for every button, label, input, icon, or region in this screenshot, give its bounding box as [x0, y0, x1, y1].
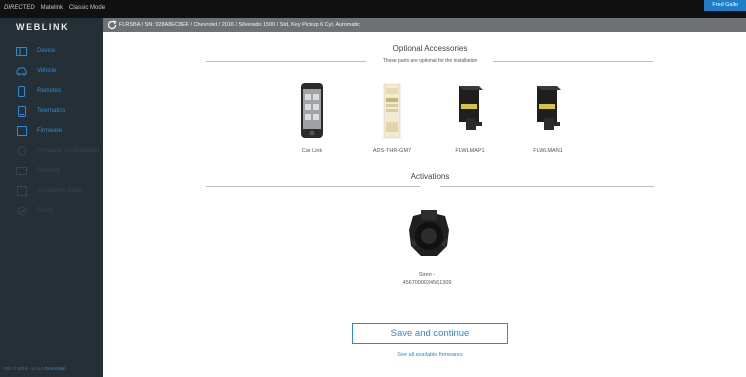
sidebar-nav: Device Vehicle Remotes Telematics Firmwa… [0, 41, 103, 221]
device-icon [16, 46, 27, 57]
optional-accessories-title: Optional Accessories [392, 44, 468, 53]
sidebar-item-label: Finish [37, 208, 54, 214]
see-all-firmwares-link[interactable]: See all available firmwares [352, 352, 508, 358]
top-bar: DIRECTED Matelink Classic Mode Fred Gall… [0, 0, 746, 18]
sidebar-item-label: Installation Guide [37, 188, 84, 194]
activations-title: Activations [410, 172, 450, 181]
siren-caption: Siren - 4567000034561309 [397, 271, 457, 287]
remote-icon [16, 85, 27, 97]
divider-left [206, 61, 366, 62]
sidebar-item-finish: Finish [0, 201, 103, 221]
product-name: FLWLMAP1 [455, 148, 485, 154]
sidebar-item-firmware[interactable]: Firmware [0, 121, 103, 141]
car-icon [16, 66, 27, 77]
breadcrumb: FLRSBA / SN: 928A8EC8EF / Chevrolet / 20… [119, 22, 360, 28]
sidebar-item-label: Remotes [37, 88, 62, 94]
ads-thr-gm7-image [383, 83, 401, 139]
sidebar-item-label: Firmware [37, 128, 62, 134]
directed-link[interactable]: DIRECTED [4, 5, 35, 11]
sidebar-item-remotes[interactable]: Remotes [0, 81, 103, 101]
siren-name: Siren - [418, 272, 436, 278]
divider-right [440, 186, 654, 187]
product-name: FLWLMAN1 [533, 148, 563, 154]
sidebar-item-flashing: Flashing [0, 161, 103, 181]
sidebar-item-vehicle[interactable]: Vehicle [0, 61, 103, 81]
flwlman1-image [537, 86, 561, 130]
siren-image[interactable] [403, 208, 455, 260]
telematics-icon [16, 105, 27, 117]
divider-left [206, 186, 420, 187]
siren-id: 4567000034561309 [402, 280, 452, 286]
sidebar-item-firmware-configuration: Firmware Configuration [0, 141, 103, 161]
sidebar-item-label: Telematics [37, 108, 66, 114]
sidebar-item-device[interactable]: Device [0, 41, 103, 61]
sidebar-item-label: Vehicle [37, 68, 57, 74]
optional-accessories-subtitle: These parts are optional for the install… [382, 58, 478, 64]
product-flwlman1[interactable]: FLWLMAN1 [518, 82, 578, 154]
save-and-continue-button[interactable]: Save and continue [352, 323, 508, 344]
refresh-icon[interactable] [107, 20, 117, 36]
product-ads-thr-gm7[interactable]: ADS-THR-GM7 [362, 82, 422, 154]
sidebar-footer: DEI © 2019 - v2.6.0 DirectWeb [4, 366, 66, 371]
top-links: DIRECTED Matelink Classic Mode [4, 5, 105, 11]
product-name: ADS-THR-GM7 [372, 148, 412, 154]
flash-icon [16, 166, 27, 177]
sidebar-item-installation-guide: Installation Guide [0, 181, 103, 201]
matelink-link[interactable]: Matelink [41, 5, 63, 11]
product-name: Car Link [301, 148, 323, 154]
sidebar-item-label: Device [37, 48, 56, 54]
copyright-text: DEI © 2019 - v2.6.0 [4, 366, 44, 371]
config-icon [16, 146, 27, 157]
flwlmap1-image [459, 86, 483, 130]
firmware-icon [16, 126, 27, 137]
finish-icon [16, 206, 27, 217]
sidebar-item-label: Firmware Configuration [37, 148, 100, 154]
car-link-image [301, 83, 323, 138]
breadcrumb-bar: FLRSBA / SN: 928A8EC8EF / Chevrolet / 20… [103, 18, 746, 32]
user-menu-button[interactable]: Fred Gallo [704, 0, 746, 11]
weblink-logo: WEBLINK [16, 22, 70, 32]
directweb-link[interactable]: DirectWeb [45, 366, 66, 371]
product-car-link[interactable]: Car Link [282, 82, 342, 154]
guide-icon [16, 186, 27, 197]
divider-right [493, 61, 653, 62]
product-flwlmap1[interactable]: FLWLMAP1 [440, 82, 500, 154]
sidebar-item-telematics[interactable]: Telematics [0, 101, 103, 121]
classic-mode-link[interactable]: Classic Mode [69, 5, 105, 11]
sidebar: WEBLINK Device Vehicle Remotes Telematic… [0, 18, 103, 377]
sidebar-item-label: Flashing [37, 168, 60, 174]
